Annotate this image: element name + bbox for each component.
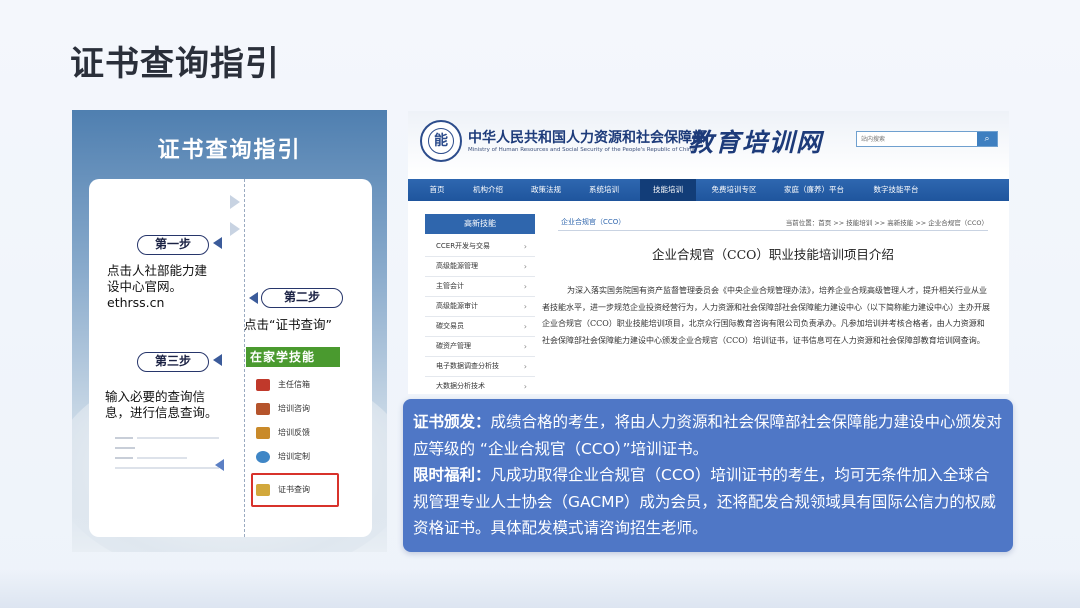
step-3-text: 输入必要的查询信 息，进行信息查询。	[105, 389, 218, 420]
sidebar-item[interactable]: 大数据分析技术 ›	[425, 377, 535, 394]
site-nav: 首页 机构介绍 政策法规 系统培训 技能培训 免费培训专区 家庭（廉养）平台 数…	[408, 179, 1009, 201]
sidebar-item[interactable]: CCER开发与交易 ›	[425, 237, 535, 257]
certificate-query-highlight	[251, 473, 339, 507]
guide-panel: 证书查询指引 第一步 点击人社部能力建 设中心官网。 ethrss.cn 第二步…	[72, 110, 387, 552]
site-search: ⌕	[856, 131, 998, 147]
article-title: 企业合规官（CCO）职业技能培训项目介绍	[652, 247, 894, 262]
nav-about[interactable]: 机构介绍	[464, 179, 512, 201]
nav-skill-training[interactable]: 技能培训	[640, 179, 696, 201]
mini-item-consult[interactable]: 培训咨询	[256, 399, 336, 419]
mini-item-custom[interactable]: 培训定制	[256, 447, 336, 467]
breadcrumb: 企业合规官（CCO） 当前位置：首页 >> 技能培训 >> 高新技能 >> 企业…	[558, 217, 988, 231]
page-title: 证书查询指引	[70, 44, 280, 84]
breadcrumb-path: 当前位置：首页 >> 技能培训 >> 高新技能 >> 企业合规官（CCO）	[785, 219, 988, 227]
chevron-right-icon: ›	[523, 382, 527, 391]
chevron-right-icon: ›	[523, 322, 527, 331]
consult-icon	[256, 402, 270, 415]
chevron-right-icon: ›	[523, 282, 527, 291]
site-search-input[interactable]	[857, 132, 977, 146]
nav-system-training[interactable]: 系统培训	[580, 179, 628, 201]
nav-digital-platform[interactable]: 数字技能平台	[864, 179, 928, 201]
sidebar-item[interactable]: 高级能源审计 ›	[425, 297, 535, 317]
nav-home[interactable]: 首页	[420, 179, 454, 201]
form-preview	[115, 437, 227, 477]
chevron-right-icon: ›	[523, 262, 527, 271]
certificate-issue-text: 成绩合格的考生，将由人力资源和社会保障部社会保障能力建设中心颁发对应等级的 “企…	[413, 413, 1003, 458]
pointer-icon	[213, 237, 222, 249]
mailbox-icon	[256, 378, 270, 391]
benefit-text: 凡成功取得企业合规官（CCO）培训证书的考生，均可无条件加入全球合规管理专业人士…	[413, 466, 996, 537]
nav-policy[interactable]: 政策法规	[522, 179, 570, 201]
mini-item-feedback[interactable]: 培训反馈	[256, 423, 336, 443]
chevron-right-icon: ›	[523, 242, 527, 251]
nav-family-platform[interactable]: 家庭（廉养）平台	[772, 179, 856, 201]
feedback-icon	[256, 426, 270, 439]
step-3-label: 第三步	[137, 352, 209, 372]
mini-item-mailbox[interactable]: 主任信箱	[256, 375, 336, 395]
certificate-issue-paragraph: 证书颁发：成绩合格的考生，将由人力资源和社会保障部社会保障能力建设中心颁发对应等…	[413, 409, 1003, 462]
sidebar-title: 高新技能	[425, 214, 535, 234]
breadcrumb-category[interactable]: 企业合规官（CCO）	[561, 217, 625, 227]
ministry-emblem-icon: 能	[420, 120, 462, 162]
chevron-right-icon: ›	[523, 342, 527, 351]
mini-site-banner: 在家学技能	[246, 347, 340, 367]
guide-panel-title: 证书查询指引	[157, 138, 302, 163]
site-logo: 教育培训网	[688, 128, 824, 157]
pointer-icon	[249, 292, 258, 304]
step-2-label: 第二步	[261, 288, 343, 308]
benefit-label: 限时福利：	[413, 466, 491, 484]
article-body: 为深入落实国务院国有资产监督管理委员会《中央企业合规管理办法》，培养企业合规高级…	[542, 286, 990, 345]
chevron-right-icon: ›	[523, 362, 527, 371]
bottom-shade	[0, 568, 1080, 608]
website-screenshot: 能 中华人民共和国人力资源和社会保障部 Ministry of Human Re…	[408, 111, 1009, 394]
ministry-name: 中华人民共和国人力资源和社会保障部	[468, 130, 706, 146]
sidebar-item[interactable]: 碳资产管理 ›	[425, 337, 535, 357]
sidebar-item[interactable]: 主管会计 ›	[425, 277, 535, 297]
step-2-text: 点击“证书查询”	[244, 317, 332, 332]
pointer-icon	[213, 354, 222, 366]
sidebar-item[interactable]: 碳交易员 ›	[425, 317, 535, 337]
globe-icon	[256, 450, 270, 463]
nav-free-training[interactable]: 免费培训专区	[704, 179, 764, 201]
info-box: 证书颁发：成绩合格的考生，将由人力资源和社会保障部社会保障能力建设中心颁发对应等…	[403, 399, 1013, 552]
sidebar-item[interactable]: 高级能源管理 ›	[425, 257, 535, 277]
pointer-icon	[215, 459, 224, 471]
search-icon[interactable]: ⌕	[977, 132, 997, 146]
arrow-right-icon	[230, 195, 240, 209]
site-header: 能 中华人民共和国人力资源和社会保障部 Ministry of Human Re…	[408, 111, 1009, 176]
arrow-right-icon	[230, 222, 240, 236]
chevron-right-icon: ›	[523, 302, 527, 311]
steps-card: 第一步 点击人社部能力建 设中心官网。 ethrss.cn 第二步 点击“证书查…	[89, 179, 372, 537]
step-1-text: 点击人社部能力建 设中心官网。 ethrss.cn	[107, 263, 208, 310]
step-1-label: 第一步	[137, 235, 209, 255]
benefit-paragraph: 限时福利：凡成功取得企业合规官（CCO）培训证书的考生，均可无条件加入全球合规管…	[413, 462, 1003, 542]
ministry-name-en: Ministry of Human Resources and Social S…	[468, 147, 695, 153]
sidebar-item[interactable]: 电子数据调查分析技 ›	[425, 357, 535, 377]
mini-site-preview: 在家学技能 主任信箱 培训咨询 培训反馈 培训定制 证书查询	[244, 347, 342, 507]
certificate-issue-label: 证书颁发：	[413, 413, 491, 431]
